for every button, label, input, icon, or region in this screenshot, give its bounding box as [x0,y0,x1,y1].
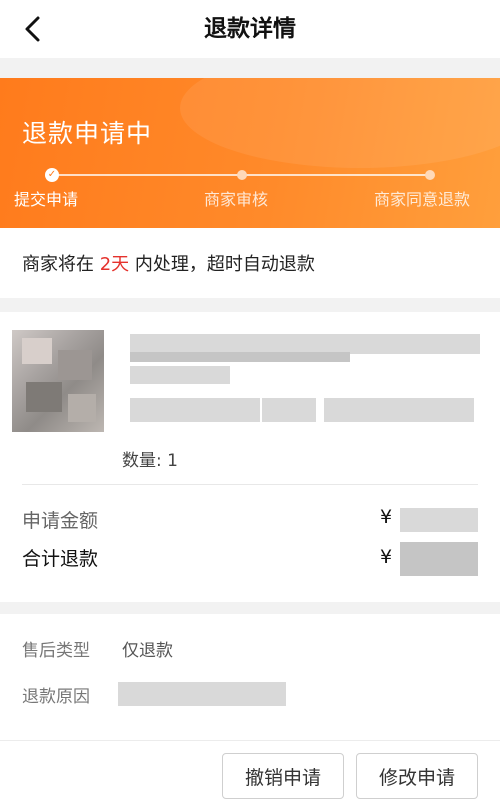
step-check-icon: ✓ [45,168,59,182]
processing-notice: 商家将在 2天 内处理，超时自动退款 [0,228,500,298]
product-thumbnail[interactable] [12,330,104,432]
refund-status-title: 退款申请中 [22,119,153,148]
modify-request-button[interactable]: 修改申请 [356,753,478,799]
page-title: 退款详情 [204,16,296,42]
refund-status-banner: 退款申请中 ✓ 提交申请 商家审核 商家同意退款 [0,78,500,228]
top-bar: 退款详情 [0,0,500,58]
notice-text: 商家将在 2天 内处理，超时自动退款 [22,250,315,276]
step-merchant-review: 商家审核 [204,190,269,209]
step-submit: 提交申请 [14,190,79,209]
notice-prefix: 商家将在 [22,254,100,275]
total-refund-label: 合计退款 [22,548,99,570]
product-title-blurred [130,352,350,362]
divider [22,484,478,485]
aftersale-type-label: 售后类型 [22,641,90,661]
aftersale-type-value: 仅退款 [122,641,173,661]
refund-reason-label: 退款原因 [22,687,90,707]
step-dot [237,170,247,180]
notice-deadline: 2天 [99,254,130,275]
aftersale-info: 售后类型 仅退款 退款原因 [0,614,500,740]
apply-amount-label: 申请金额 [22,510,99,532]
total-refund-blurred [400,542,478,576]
total-refund-currency: ¥ [380,546,393,568]
banner-decoration [180,78,500,168]
cancel-request-button[interactable]: 撤销申请 [222,753,344,799]
product-spec-blurred [130,398,260,422]
refund-reason-blurred [118,682,286,706]
product-spec-blurred [262,398,316,422]
product-quantity: 数量: 1 [122,451,178,471]
step-merchant-approve: 商家同意退款 [374,190,471,209]
product-spec-blurred [324,398,474,422]
bottom-action-bar: 撤销申请 修改申请 [0,740,500,811]
step-dot [425,170,435,180]
notice-suffix: 内处理，超时自动退款 [129,254,315,275]
product-title-blurred[interactable] [130,334,480,354]
product-card: 数量: 1 申请金额 ¥ 合计退款 ¥ [0,312,500,602]
apply-amount-currency: ¥ [380,506,393,528]
product-title-blurred [130,366,230,384]
apply-amount-blurred [400,508,478,532]
